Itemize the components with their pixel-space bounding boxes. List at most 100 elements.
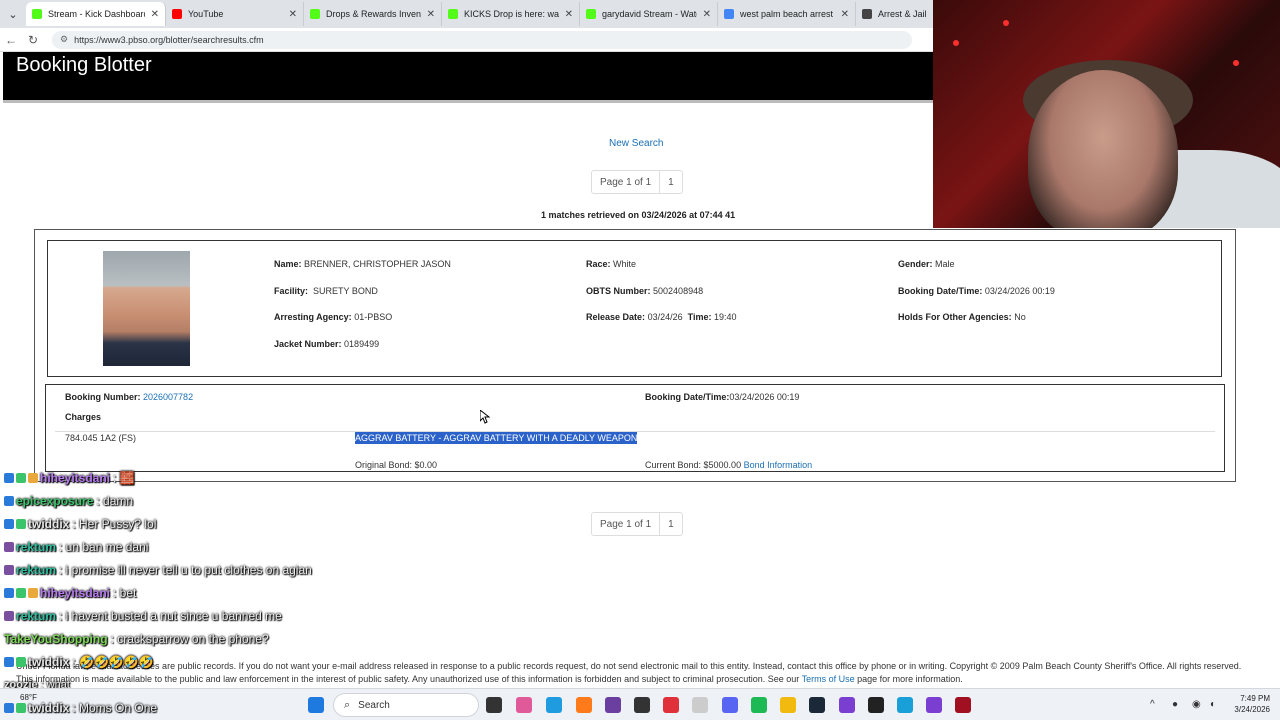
field-obts: OBTS Number: 5002408948 bbox=[586, 286, 704, 296]
copilot-icon[interactable] bbox=[516, 697, 532, 713]
badge-icon bbox=[4, 611, 14, 621]
page-footer: Under Florida law, e-mail addresses are … bbox=[16, 661, 1242, 684]
chat-message: epicexposure: damn bbox=[4, 494, 133, 508]
booking-number-link[interactable]: 2026007782 bbox=[143, 392, 193, 402]
chevron-up-icon[interactable]: ^ bbox=[1150, 699, 1155, 710]
pager-page-1[interactable]: 1 bbox=[659, 513, 682, 535]
chat-message: hiheyitsdani: 🧱 bbox=[4, 471, 135, 485]
badge-icon bbox=[16, 588, 26, 598]
pager-page-1[interactable]: 1 bbox=[659, 171, 682, 193]
app-icon[interactable] bbox=[839, 697, 855, 713]
chat-message: twiddix: Her Pussy? lol bbox=[4, 517, 156, 531]
app-icon[interactable] bbox=[897, 697, 913, 713]
badge-icon bbox=[4, 496, 14, 506]
tab-garydavid[interactable]: garydavid Stream - Watch Li ✕ bbox=[580, 2, 718, 26]
pager-label: Page 1 of 1 bbox=[600, 518, 652, 530]
page-title: Booking Blotter bbox=[16, 54, 152, 76]
search-icon bbox=[724, 9, 734, 19]
badge-icon bbox=[16, 519, 26, 529]
spotify-icon[interactable] bbox=[751, 697, 767, 713]
mugshot-photo bbox=[103, 251, 190, 366]
microphone-icon[interactable]: ● bbox=[1172, 699, 1178, 710]
mouse-cursor-icon bbox=[480, 410, 490, 424]
pager-top: Page 1 of 1 1 bbox=[591, 170, 683, 194]
badge-icon bbox=[4, 473, 14, 483]
field-release: Release Date: 03/24/26 Time: 19:40 bbox=[586, 312, 737, 322]
current-bond: Current Bond: $5000.00 Bond Information bbox=[645, 460, 813, 470]
close-icon[interactable]: ✕ bbox=[427, 9, 435, 20]
app-icon[interactable] bbox=[926, 697, 942, 713]
badge-icon bbox=[4, 703, 14, 713]
light-dot bbox=[953, 40, 959, 46]
discord-icon[interactable] bbox=[722, 697, 738, 713]
field-booking-number: Booking Number: 2026007782 bbox=[65, 392, 194, 402]
booking-card bbox=[45, 384, 1225, 472]
light-dot bbox=[1233, 60, 1239, 66]
star-icon bbox=[862, 9, 872, 19]
badge-icon bbox=[4, 565, 14, 575]
close-icon[interactable]: ✕ bbox=[565, 9, 573, 20]
taskbar-search[interactable]: ⌕ Search bbox=[333, 693, 479, 717]
windows-start-icon[interactable] bbox=[308, 697, 324, 713]
charge-description: AGGRAV BATTERY - AGGRAV BATTERY WITH A D… bbox=[355, 432, 638, 444]
light-dot bbox=[1003, 20, 1009, 26]
chat-message: hiheyitsdani: bet bbox=[4, 586, 136, 600]
steam-icon[interactable] bbox=[809, 697, 825, 713]
charges-heading: Charges bbox=[65, 412, 102, 422]
close-icon[interactable]: ✕ bbox=[289, 9, 297, 20]
clock[interactable]: 7:49 PM 3/24/2026 bbox=[1234, 693, 1270, 715]
app-icon[interactable] bbox=[605, 697, 621, 713]
app-icon[interactable] bbox=[955, 697, 971, 713]
tab-arrest-jail[interactable]: Arrest & Jail - P bbox=[856, 2, 933, 26]
field-name: Name: BRENNER, CHRISTOPHER JASON bbox=[274, 259, 451, 269]
page-header: Booking Blotter bbox=[3, 52, 933, 100]
bond-information-link[interactable]: Bond Information bbox=[744, 460, 813, 470]
close-icon[interactable]: ✕ bbox=[841, 9, 849, 20]
header-divider bbox=[3, 100, 933, 103]
badge-icon bbox=[4, 657, 14, 667]
chat-message: twiddix: 🤣🤣🤣🤣🤣 bbox=[4, 655, 154, 669]
tab-drops-rewards[interactable]: Drops & Rewards Invent ✕ bbox=[304, 2, 442, 26]
pager-label: Page 1 of 1 bbox=[600, 176, 652, 188]
url-field[interactable]: ⚙ https://www3.pbso.org/blotter/searchre… bbox=[52, 30, 912, 49]
tab-kicks-drop[interactable]: KICKS Drop is here: watch, e ✕ bbox=[442, 2, 580, 26]
app-icon[interactable] bbox=[868, 697, 884, 713]
chat-message: rektum: un ban me dani bbox=[4, 540, 148, 554]
tab-kick-dashboard[interactable]: Stream - Kick Dashboard ✕ bbox=[26, 2, 166, 26]
tab-search-icon[interactable]: ⌄ bbox=[0, 0, 26, 28]
network-icon[interactable]: ◉ bbox=[1192, 699, 1201, 710]
field-race: Race: White bbox=[586, 259, 637, 269]
tab-youtube[interactable]: YouTube ✕ bbox=[166, 2, 304, 26]
kick-icon bbox=[448, 9, 458, 19]
screen: ⌄ Stream - Kick Dashboard ✕ YouTube ✕ Dr… bbox=[0, 0, 1280, 720]
field-gender: Gender: Male bbox=[898, 259, 955, 269]
obs-icon[interactable] bbox=[634, 697, 650, 713]
edge-icon[interactable] bbox=[546, 697, 562, 713]
badge-icon bbox=[28, 588, 38, 598]
back-icon[interactable]: ← bbox=[0, 33, 22, 47]
badge-icon bbox=[4, 542, 14, 552]
pager-bottom: Page 1 of 1 1 bbox=[591, 512, 683, 536]
webcam-overlay bbox=[933, 0, 1280, 228]
task-view-icon[interactable] bbox=[486, 697, 502, 713]
chat-message: rektum: i havent busted a nut since u ba… bbox=[4, 609, 282, 623]
close-icon[interactable]: ✕ bbox=[151, 9, 159, 20]
volume-icon[interactable]: ◐ bbox=[1210, 699, 1216, 710]
new-search-link[interactable]: New Search bbox=[609, 138, 663, 149]
kick-icon bbox=[586, 9, 596, 19]
field-arresting-agency: Arresting Agency: 01-PBSO bbox=[274, 312, 393, 322]
file-explorer-icon[interactable] bbox=[780, 697, 796, 713]
terms-of-use-link[interactable]: Terms of Use bbox=[802, 674, 855, 684]
close-icon[interactable]: ✕ bbox=[703, 9, 711, 20]
app-icon[interactable] bbox=[663, 697, 679, 713]
kick-icon bbox=[310, 9, 320, 19]
badge-icon bbox=[28, 473, 38, 483]
site-info-icon[interactable]: ⚙ bbox=[60, 34, 68, 45]
field-booking-dt: Booking Date/Time:03/24/2026 00:19 bbox=[645, 392, 800, 402]
tab-search[interactable]: west palm beach arrest sear ✕ bbox=[718, 2, 856, 26]
badge-icon bbox=[16, 657, 26, 667]
reload-icon[interactable]: ↻ bbox=[22, 33, 44, 47]
app-icon[interactable] bbox=[692, 697, 708, 713]
browser-tabbar: ⌄ Stream - Kick Dashboard ✕ YouTube ✕ Dr… bbox=[0, 0, 933, 28]
firefox-icon[interactable] bbox=[576, 697, 592, 713]
